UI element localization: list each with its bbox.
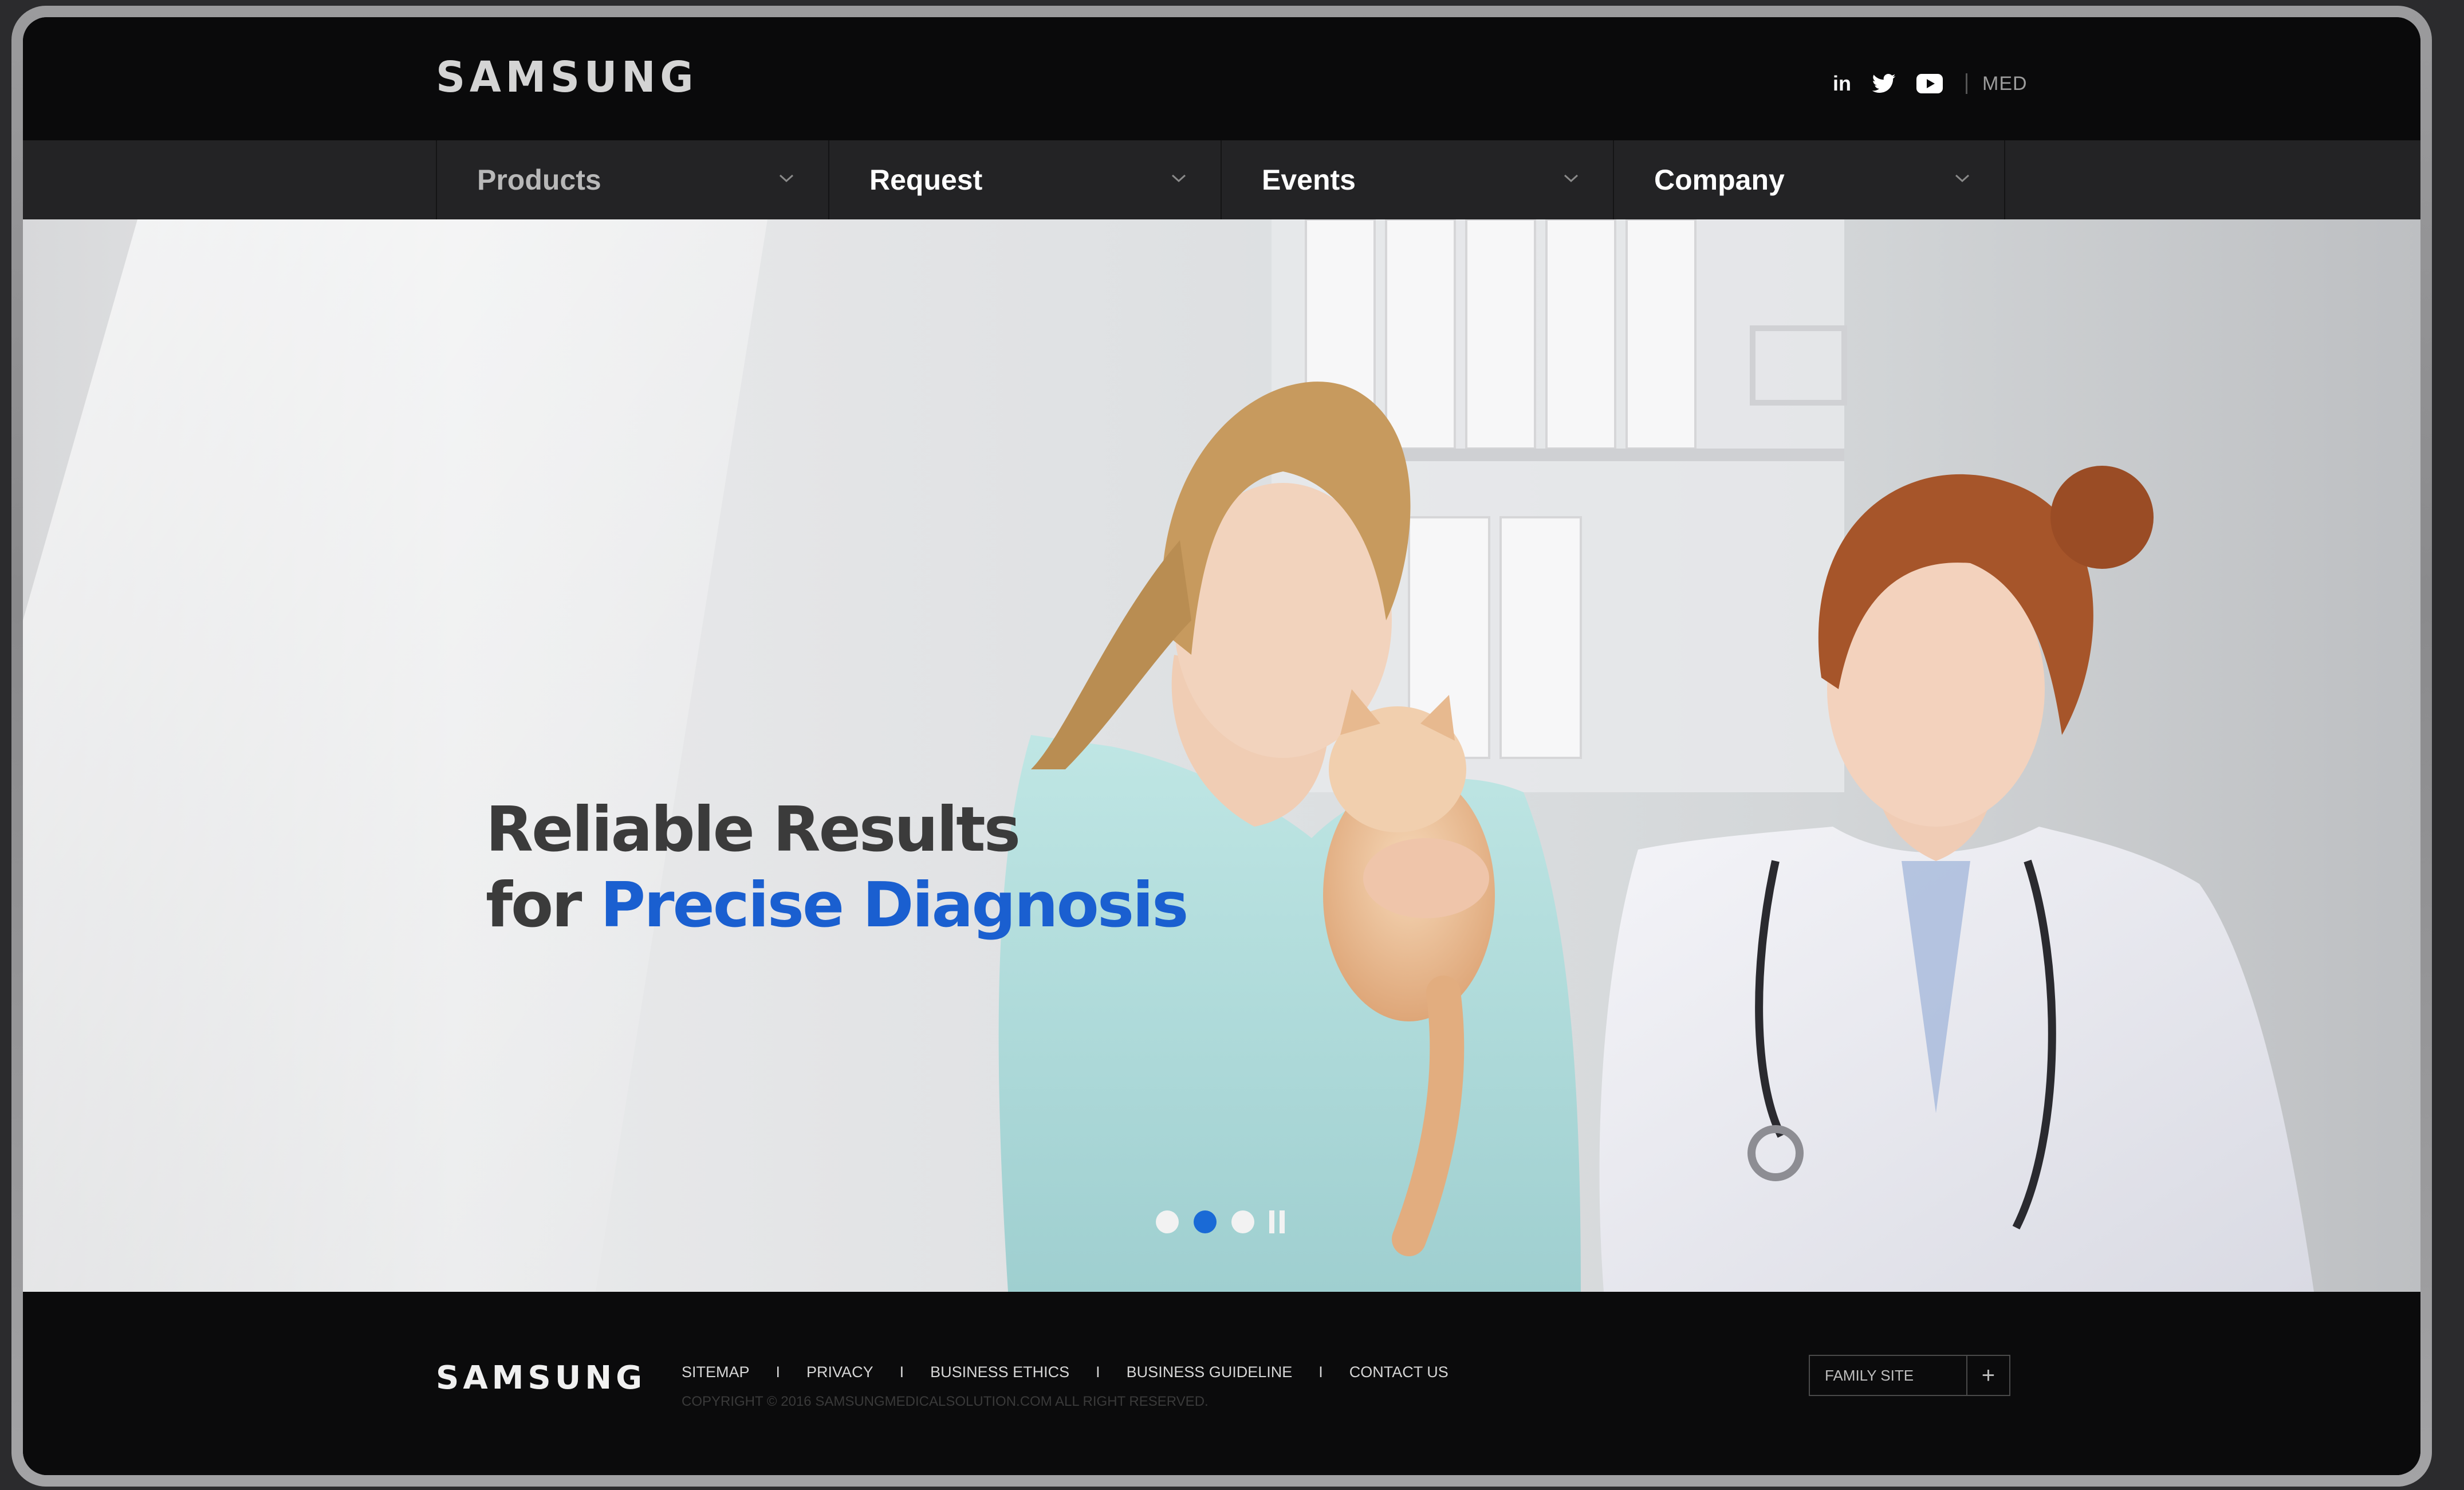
headline-line-2: for Precise Diagnosis xyxy=(486,868,1188,943)
region-label[interactable]: MED xyxy=(1982,73,2028,95)
footer-separator: I xyxy=(1318,1363,1323,1381)
footer-link-privacy[interactable]: PRIVACY xyxy=(806,1363,873,1381)
monitor-bezel: SAMSUNG in MED Products Request Events C… xyxy=(11,6,2432,1487)
youtube-icon[interactable] xyxy=(1916,74,1943,93)
linkedin-label: in xyxy=(1833,72,1851,95)
hero-photo xyxy=(23,219,2314,1292)
chevron-down-icon xyxy=(1955,174,1970,183)
nav-request[interactable]: Request xyxy=(828,140,1221,219)
browser-viewport: SAMSUNG in MED Products Request Events C… xyxy=(23,17,2420,1475)
main-navigation: Products Request Events Company xyxy=(23,140,2420,219)
nav-company-label: Company xyxy=(1654,164,1785,196)
family-site-select[interactable]: FAMILY SITE + xyxy=(1809,1355,2010,1396)
header-divider xyxy=(1966,73,1967,94)
carousel-dot-2[interactable] xyxy=(1194,1210,1217,1233)
headline-prefix: for xyxy=(486,870,601,941)
carousel-dot-3[interactable] xyxy=(1231,1210,1254,1233)
chevron-down-icon xyxy=(1564,174,1579,183)
footer-separator: I xyxy=(1096,1363,1100,1381)
pause-icon[interactable] xyxy=(1269,1210,1290,1233)
social-links: in MED xyxy=(1833,66,2028,101)
site-header: SAMSUNG in MED xyxy=(23,17,2420,140)
carousel-controls xyxy=(1156,1210,1290,1233)
twitter-icon[interactable] xyxy=(1872,74,1896,93)
footer-separator: I xyxy=(776,1363,781,1381)
plus-icon[interactable]: + xyxy=(1966,1355,2009,1396)
nav-events-label: Events xyxy=(1262,164,1356,196)
footer-link-sitemap[interactable]: SITEMAP xyxy=(682,1363,750,1381)
hero-banner: Reliable Results for Precise Diagnosis xyxy=(23,219,2420,1292)
nav-products[interactable]: Products xyxy=(436,140,828,219)
headline-highlight: Precise Diagnosis xyxy=(600,870,1188,941)
copyright-text: COPYRIGHT © 2016 SAMSUNGMEDICALSOLUTION.… xyxy=(682,1394,1209,1409)
nav-events[interactable]: Events xyxy=(1221,140,1613,219)
headline-line-1: Reliable Results xyxy=(486,794,1021,866)
hero-headline: Reliable Results for Precise Diagnosis xyxy=(486,792,1188,943)
footer-separator: I xyxy=(899,1363,904,1381)
nav-products-label: Products xyxy=(477,164,601,196)
family-site-label: FAMILY SITE xyxy=(1825,1366,1914,1384)
footer-link-contact-us[interactable]: CONTACT US xyxy=(1349,1363,1449,1381)
footer-links: SITEMAP I PRIVACY I BUSINESS ETHICS I BU… xyxy=(682,1363,1449,1381)
nav-request-label: Request xyxy=(869,164,983,196)
chevron-down-icon xyxy=(1171,174,1186,183)
nav-company[interactable]: Company xyxy=(1613,140,2005,219)
carousel-dot-1[interactable] xyxy=(1156,1210,1179,1233)
footer-samsung-logo[interactable]: SAMSUNG xyxy=(436,1359,646,1397)
linkedin-icon[interactable]: in xyxy=(1833,72,1851,96)
footer-link-business-ethics[interactable]: BUSINESS ETHICS xyxy=(930,1363,1069,1381)
site-footer: SAMSUNG SITEMAP I PRIVACY I BUSINESS ETH… xyxy=(23,1292,2420,1475)
footer-link-business-guideline[interactable]: BUSINESS GUIDELINE xyxy=(1127,1363,1293,1381)
chevron-down-icon xyxy=(779,174,794,183)
samsung-logo[interactable]: SAMSUNG xyxy=(436,53,698,102)
